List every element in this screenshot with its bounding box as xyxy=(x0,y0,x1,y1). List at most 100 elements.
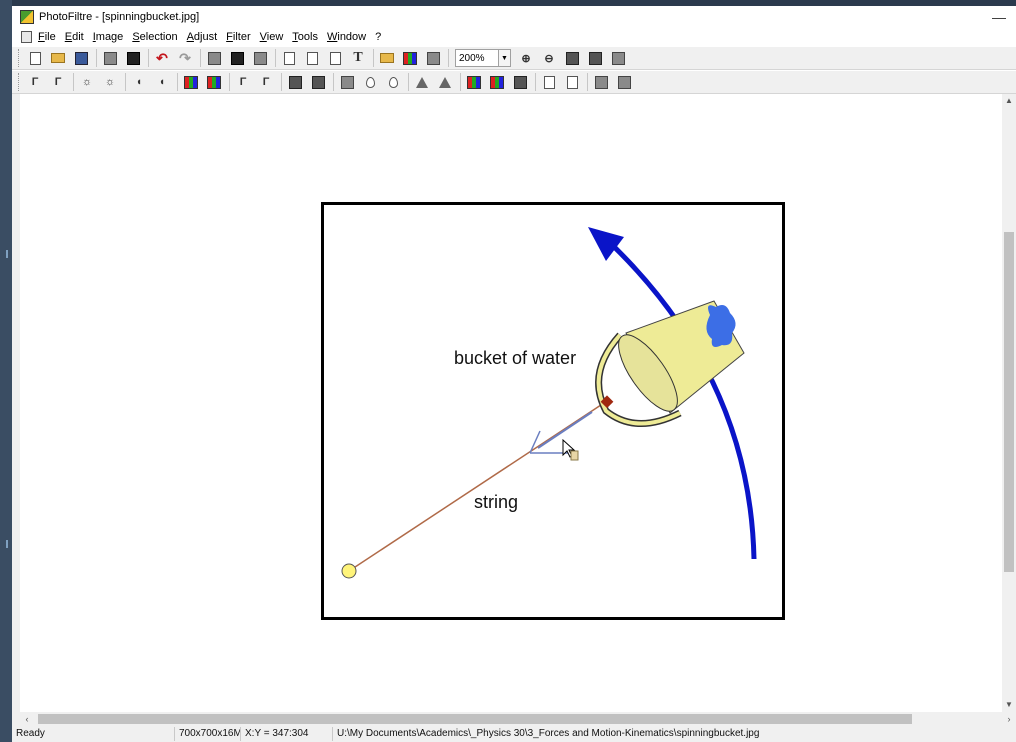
menu-image[interactable]: Image xyxy=(93,31,124,43)
palette-button[interactable] xyxy=(401,49,419,67)
contrast-down-button[interactable]: ◖ xyxy=(130,73,148,91)
color-effect-icon xyxy=(467,75,481,89)
toolbar-separator xyxy=(125,73,126,91)
menu-help[interactable]: ? xyxy=(375,31,381,43)
zoom-out-button[interactable]: ⊖ xyxy=(540,49,558,67)
full-screen-button[interactable] xyxy=(609,49,627,67)
saturation-down-button[interactable] xyxy=(182,73,200,91)
scroll-left-icon[interactable]: ‹ xyxy=(20,712,34,726)
rotate-left-icon xyxy=(594,75,608,89)
scroll-right-icon[interactable]: › xyxy=(1002,712,1016,726)
saturation-up-icon xyxy=(207,75,221,89)
zoom-in-button[interactable]: ⊕ xyxy=(517,49,535,67)
gamma-up-button[interactable]: Γ xyxy=(257,73,275,91)
print-button[interactable] xyxy=(101,49,119,67)
open-button[interactable] xyxy=(49,49,67,67)
gamma-down-button[interactable]: Γ xyxy=(234,73,252,91)
menu-tools[interactable]: Tools xyxy=(292,31,318,43)
actual-size-button[interactable] xyxy=(586,49,604,67)
gradient-button[interactable] xyxy=(488,73,506,91)
menu-filter[interactable]: Filter xyxy=(226,31,250,43)
paste-icon xyxy=(230,51,244,65)
toolbar-grip[interactable] xyxy=(18,73,21,91)
toolbar-grip[interactable] xyxy=(18,49,21,67)
horizontal-scrollbar[interactable]: ‹ › xyxy=(20,712,1016,726)
grid-filter-icon xyxy=(288,75,302,89)
brightness-down-icon: ☼ xyxy=(81,76,93,88)
texture-icon xyxy=(513,75,527,89)
status-state: Ready xyxy=(12,727,175,741)
document-icon[interactable] xyxy=(21,31,32,43)
toolbar-separator xyxy=(373,49,374,67)
auto-level-button[interactable]: Γ xyxy=(26,73,44,91)
saturation-up-button[interactable] xyxy=(205,73,223,91)
spinning-bucket-drawing xyxy=(341,227,757,579)
horizontal-scroll-thumb[interactable] xyxy=(38,714,912,724)
copy-button[interactable] xyxy=(205,49,223,67)
explorer-button[interactable] xyxy=(378,49,396,67)
scroll-down-icon[interactable]: ▼ xyxy=(1002,698,1016,712)
undo-icon: ↶ xyxy=(156,49,168,66)
flip-vertical-icon xyxy=(566,75,578,89)
paste-button[interactable] xyxy=(228,49,246,67)
toolbar-separator xyxy=(275,49,276,67)
crop-button[interactable] xyxy=(303,49,321,67)
save-button[interactable] xyxy=(72,49,90,67)
soften-button[interactable] xyxy=(338,73,356,91)
text-tool-button[interactable]: T xyxy=(349,49,367,67)
vertical-scrollbar[interactable]: ▲ ▼ xyxy=(1002,94,1016,712)
selection-button[interactable] xyxy=(326,49,344,67)
image-workspace[interactable]: bucket of water string ▲ ▼ xyxy=(20,94,1016,712)
title-bar[interactable]: PhotoFiltre - [spinningbucket.jpg] — xyxy=(12,6,1016,28)
close-icon[interactable]: — xyxy=(992,9,1006,25)
sharpen-more-button[interactable] xyxy=(436,73,454,91)
blur-more-button[interactable] xyxy=(384,73,402,91)
brightness-down-button[interactable]: ☼ xyxy=(78,73,96,91)
main-toolbar: ↶ ↷ T 200% ▼ ⊕ ⊖ xyxy=(12,46,1016,70)
undo-button[interactable]: ↶ xyxy=(153,49,171,67)
redo-button[interactable]: ↷ xyxy=(176,49,194,67)
toolbar-separator xyxy=(229,73,230,91)
menu-window[interactable]: Window xyxy=(327,31,366,43)
duplicate-button[interactable] xyxy=(280,49,298,67)
photofiltre-app-icon xyxy=(20,10,34,24)
zoom-select[interactable]: 200% ▼ xyxy=(455,49,511,67)
auto-level-icon: Γ xyxy=(31,76,39,88)
auto-contrast-button[interactable]: Γ xyxy=(49,73,67,91)
zoom-out-icon: ⊖ xyxy=(544,52,554,65)
rotate-right-button[interactable] xyxy=(615,73,633,91)
scan-button[interactable] xyxy=(124,49,142,67)
window-button[interactable] xyxy=(424,49,442,67)
vertical-scroll-thumb[interactable] xyxy=(1004,232,1014,572)
window-title: PhotoFiltre - [spinningbucket.jpg] xyxy=(39,11,200,23)
menu-view[interactable]: View xyxy=(260,31,284,43)
chevron-down-icon[interactable]: ▼ xyxy=(498,50,510,66)
pivot-point xyxy=(341,563,357,579)
menu-selection[interactable]: Selection xyxy=(132,31,177,43)
flip-vertical-button[interactable] xyxy=(563,73,581,91)
contrast-up-button[interactable]: ◖ xyxy=(153,73,171,91)
texture-button[interactable] xyxy=(511,73,529,91)
color-effect-button[interactable] xyxy=(465,73,483,91)
mosaic-button[interactable] xyxy=(309,73,327,91)
brightness-up-button[interactable]: ☼ xyxy=(101,73,119,91)
flip-horizontal-button[interactable] xyxy=(540,73,558,91)
menu-adjust[interactable]: Adjust xyxy=(187,31,218,43)
menu-file[interactable]: File xyxy=(38,31,56,43)
sharpen-button[interactable] xyxy=(413,73,431,91)
blur-button[interactable] xyxy=(361,73,379,91)
scroll-up-icon[interactable]: ▲ xyxy=(1002,94,1016,108)
image-canvas[interactable]: bucket of water string xyxy=(321,202,785,620)
paste-new-button[interactable] xyxy=(251,49,269,67)
fit-screen-button[interactable] xyxy=(563,49,581,67)
status-file-path: U:\My Documents\Academics\_Physics 30\3_… xyxy=(337,728,760,739)
string-label: string xyxy=(474,492,519,512)
toolbar-separator xyxy=(96,49,97,67)
rotate-left-button[interactable] xyxy=(592,73,610,91)
new-file-button[interactable] xyxy=(26,49,44,67)
gamma-down-icon: Γ xyxy=(239,76,247,88)
mouse-cursor-icon xyxy=(562,439,579,461)
sharpen-more-icon xyxy=(439,76,451,88)
menu-edit[interactable]: Edit xyxy=(65,31,84,43)
grid-filter-button[interactable] xyxy=(286,73,304,91)
